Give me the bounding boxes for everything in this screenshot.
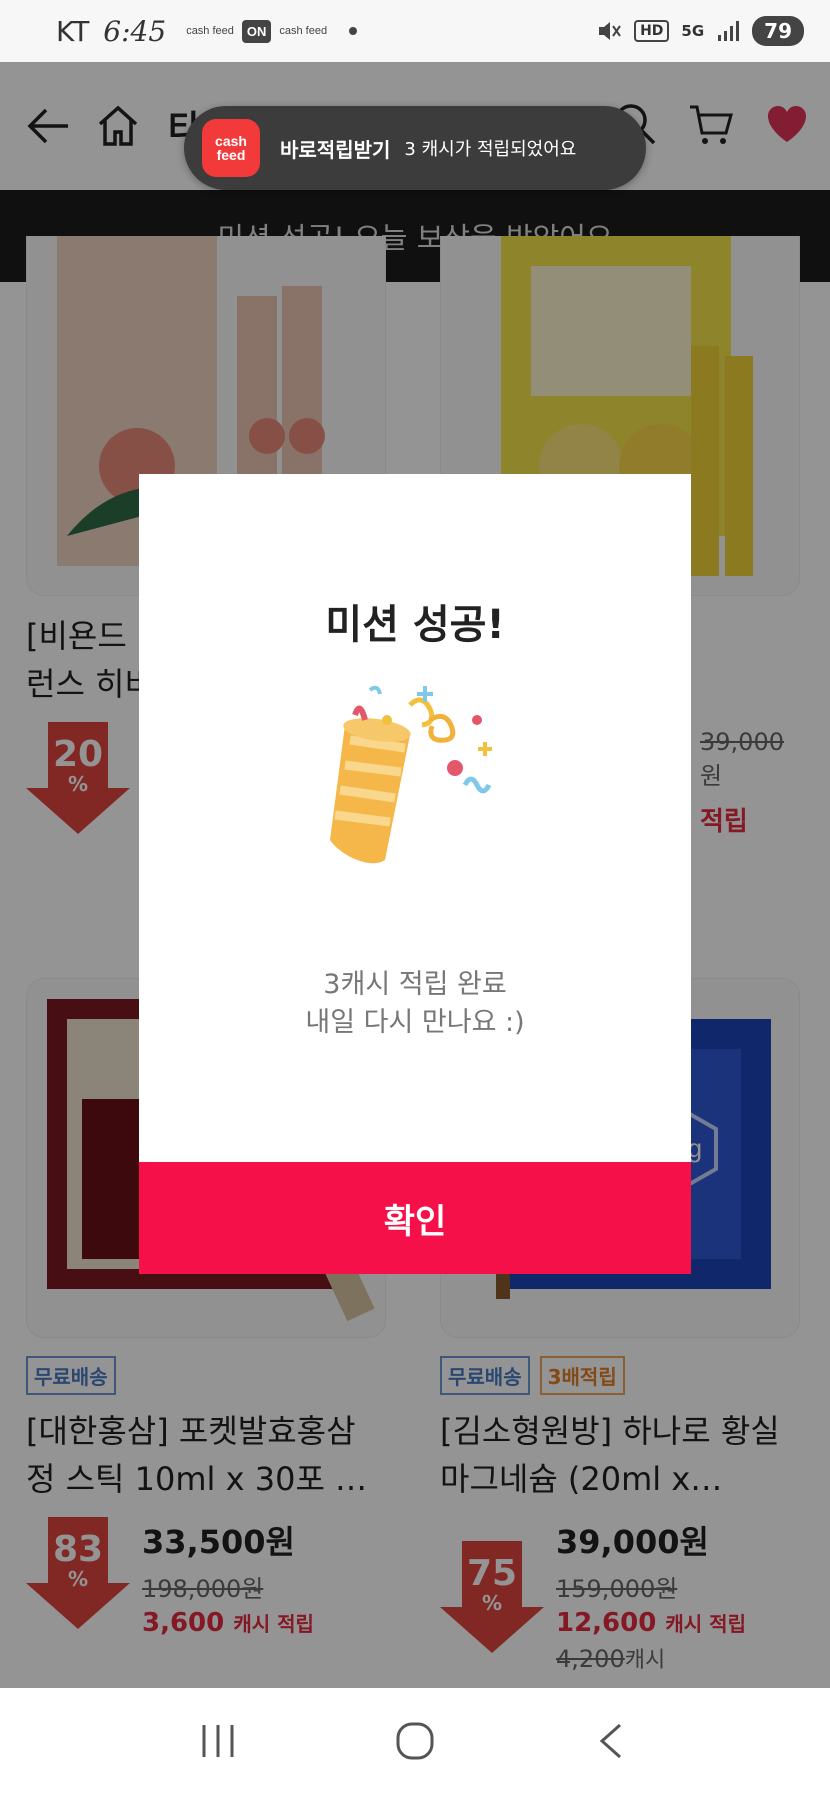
battery-icon: 79 [752,16,804,46]
back-chevron-icon [599,1723,621,1759]
hd-icon: HD [634,20,670,42]
cashfeed-logo-icon: cash feed [202,119,260,177]
system-navigation-bar [0,1688,830,1798]
recent-apps-button[interactable] [198,1721,238,1765]
cashfeed-notification-icon: cash feed [186,25,234,37]
status-bar: KT 6:45 cash feed ON cash feed HD 5G 79 [0,0,830,62]
recent-apps-icon [202,1725,234,1757]
confirm-button[interactable]: 확인 [139,1162,691,1274]
back-nav-button[interactable] [592,1721,632,1765]
home-nav-button[interactable] [395,1721,435,1765]
mute-icon [599,22,621,40]
notification-dot-icon [349,27,358,35]
cashfeed-toast[interactable]: cash feed 바로적립받기 3 캐시가 적립되었어요 [184,106,646,190]
signal-icon [718,21,740,41]
network-icon: 5G [681,22,705,40]
party-popper-icon [330,685,492,864]
dialog-message-line1: 3캐시 적립 완료 [323,969,507,1000]
carrier: KT [56,14,90,48]
home-circle-icon [396,1722,434,1760]
status-right: HD 5G 79 [596,16,804,46]
screen: { "status_bar": {"carrier": "KT", "time"… [0,0,830,1798]
on-badge: ON [241,19,272,43]
mission-success-dialog: 미션 성공! 3캐시 적립 완료 내일 다시 만나요 :) 확인 [139,474,691,1274]
toast-title: 바로적립받기 [280,137,391,162]
dialog-message: 3캐시 적립 완료 내일 다시 만나요 :) [139,966,691,1042]
cashfeed-notification-icon-2: cash feed [279,25,328,37]
dialog-title: 미션 성공! [325,602,505,648]
toast-message: 3 캐시가 적립되었어요 [404,139,577,160]
dialog-message-line2: 내일 다시 만나요 :) [305,1007,525,1038]
clock: 6:45 [103,14,167,48]
